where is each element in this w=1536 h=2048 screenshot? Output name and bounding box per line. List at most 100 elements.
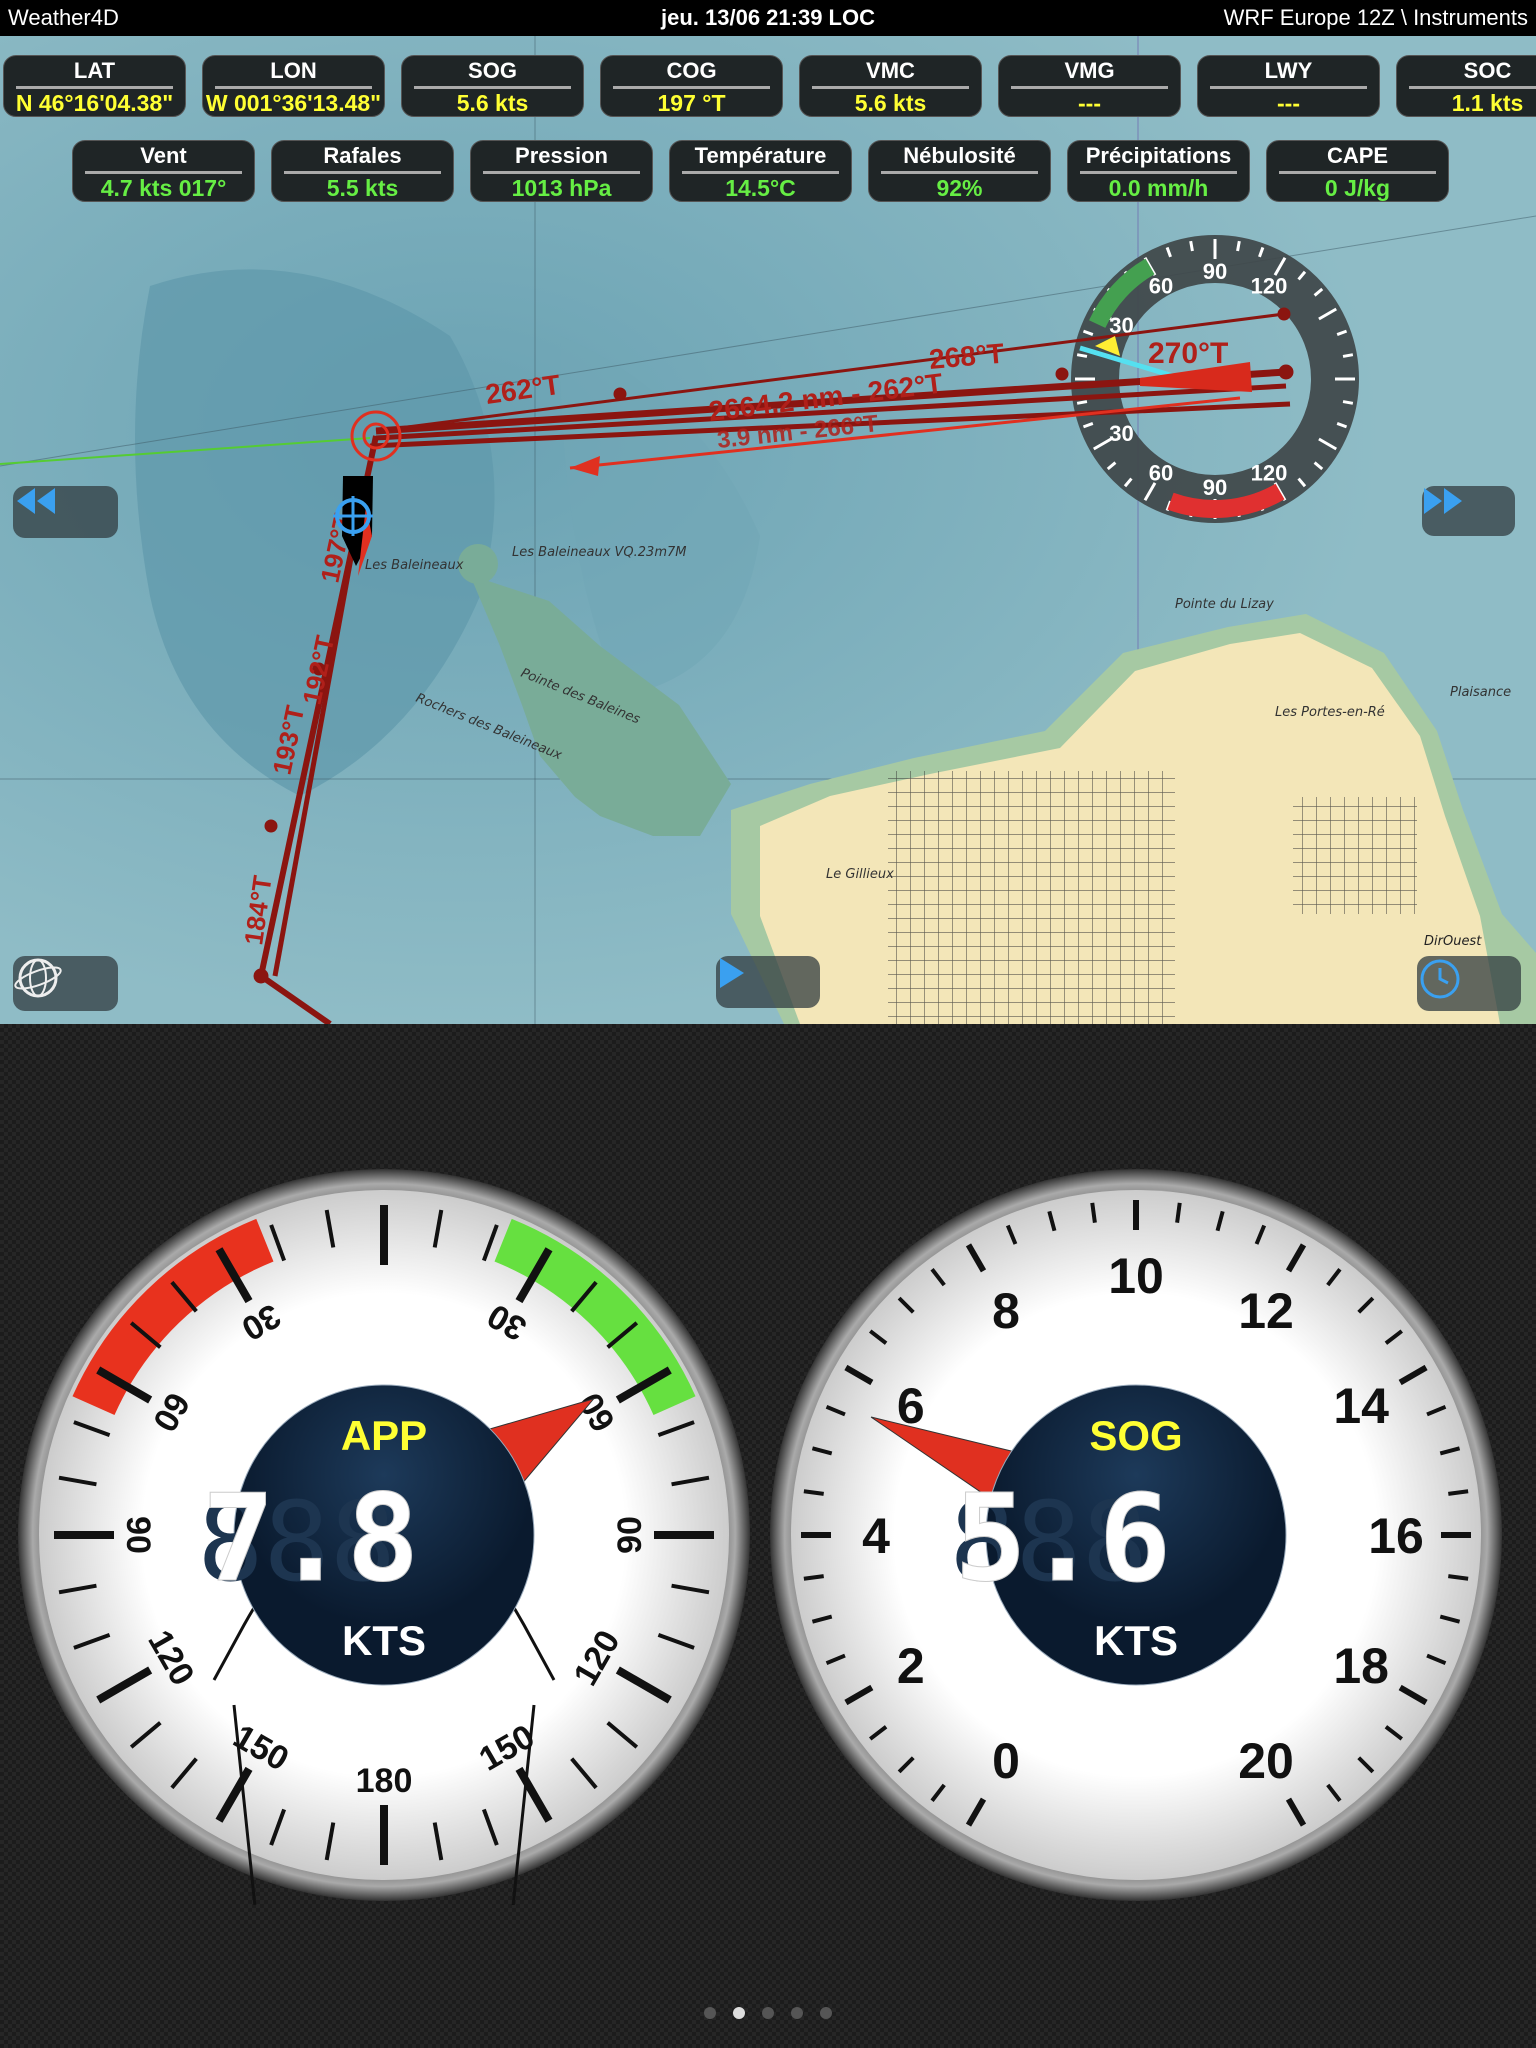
play-button[interactable] (716, 956, 820, 1008)
gauge-label: 2 (897, 1638, 925, 1694)
gauge-tick (803, 1574, 824, 1581)
gauge-unit: KTS (1094, 1617, 1178, 1664)
box-value: W 001°36'13.48" (205, 90, 382, 116)
gauge-label: 12 (1238, 1283, 1294, 1339)
gauge-tick (1448, 1574, 1469, 1581)
fast-forward-icon (1424, 488, 1462, 514)
gauge-label: 18 (1333, 1638, 1389, 1694)
rewind-button[interactable] (13, 486, 118, 538)
gauge-label: 90 (119, 1516, 157, 1554)
chart-label: Les Portes-en-Ré (1275, 705, 1385, 720)
nav-box-vmg[interactable]: VMG --- (998, 55, 1181, 117)
box-label: Température (694, 143, 827, 168)
sog-gauge: 0 2 4 6 8 10 12 14 16 18 20 SOG 888 5.6 KTS (766, 1165, 1506, 1905)
box-label: SOG (468, 58, 517, 83)
digital-value: 5.6 (954, 1470, 1171, 1609)
gauge-tick (803, 1489, 824, 1496)
nav-box-soc[interactable]: SOC 1.1 kts (1396, 55, 1536, 117)
weather-box-0[interactable]: Vent 4.7 kts 017° (72, 140, 255, 202)
nav-box-lat[interactable]: LAT N 46°16'04.38" (3, 55, 186, 117)
chart-label: Pointe du Lizay (1175, 597, 1274, 612)
chart-label: DirOuest (1424, 934, 1482, 949)
box-value: 14.5°C (725, 175, 796, 201)
box-value: --- (1078, 90, 1101, 116)
rewind-icon (17, 488, 55, 514)
gauge-label: 20 (1238, 1733, 1294, 1789)
globe-button[interactable] (13, 956, 118, 1011)
fast-forward-button[interactable] (1422, 486, 1515, 536)
box-label: Rafales (323, 143, 402, 168)
page-dot[interactable] (762, 2007, 774, 2019)
apparent-wind-gauge: 30 60 90 120 150 180 150 120 90 60 30 APP 888 7.8 KTS (14, 1165, 754, 1947)
clock-button[interactable] (1417, 956, 1521, 1011)
box-value: 5.6 kts (854, 90, 927, 116)
box-value: N 46°16'04.38" (15, 90, 174, 116)
box-label: SOC (1463, 58, 1512, 83)
box-label: Vent (140, 143, 187, 168)
compass-label: 120 (1251, 461, 1288, 486)
page-indicator[interactable] (0, 2007, 1536, 2019)
weather-box-1[interactable]: Rafales 5.5 kts (271, 140, 454, 202)
gauge-label: 8 (992, 1283, 1020, 1339)
gauge-label: 0 (992, 1733, 1020, 1789)
box-value: 5.5 kts (326, 175, 399, 201)
box-label: LON (270, 58, 317, 83)
box-label: VMG (1064, 58, 1115, 83)
compass-label: 90 (1203, 475, 1227, 500)
digital-value: 7.8 (202, 1470, 419, 1609)
box-value: 5.6 kts (456, 90, 529, 116)
gauge-label: 10 (1108, 1248, 1164, 1304)
compass-label: 30 (1109, 421, 1133, 446)
box-value: 1013 hPa (511, 175, 612, 201)
box-label: Pression (515, 143, 608, 168)
top-bar: Weather4D jeu. 13/06 21:39 LOC WRF Europ… (0, 0, 1536, 36)
box-value: 4.7 kts 017° (100, 175, 227, 201)
weather-box-5[interactable]: Précipitations 0.0 mm/h (1067, 140, 1250, 202)
nav-box-sog[interactable]: SOG 5.6 kts (401, 55, 584, 117)
data-source[interactable]: WRF Europe 12Z \ Instruments (1224, 5, 1528, 31)
box-label: COG (666, 58, 717, 83)
route-label: 268°T (928, 338, 1005, 375)
weather-box-4[interactable]: Nébulosité 92% (868, 140, 1051, 202)
compass-label: 60 (1149, 273, 1173, 298)
play-icon (720, 958, 744, 988)
clock-icon (1420, 959, 1460, 999)
box-value: 0.0 mm/h (1108, 175, 1209, 201)
route-label: 270°T (1148, 337, 1228, 370)
gauge-label: 16 (1368, 1508, 1424, 1564)
gauge-tick (1175, 1202, 1182, 1223)
gauge-title: APP (341, 1412, 427, 1459)
chart-label: Les Baleineaux (365, 558, 464, 573)
box-value: 197 °T (657, 90, 726, 116)
box-label: LWY (1264, 58, 1313, 83)
compass-label: 120 (1251, 273, 1288, 298)
box-value: --- (1277, 90, 1300, 116)
box-label: Précipitations (1085, 143, 1232, 168)
gauge-label: 14 (1333, 1378, 1389, 1434)
gauge-label: 90 (611, 1516, 649, 1554)
nav-box-cog[interactable]: COG 197 °T (600, 55, 783, 117)
weather-box-3[interactable]: Température 14.5°C (669, 140, 852, 202)
chart-label: Plaisance (1450, 685, 1511, 700)
box-label: CAPE (1326, 143, 1389, 168)
weather-box-6[interactable]: CAPE 0 J/kg (1266, 140, 1449, 202)
nav-box-lwy[interactable]: LWY --- (1197, 55, 1380, 117)
page-dot[interactable] (733, 2007, 745, 2019)
nav-box-vmc[interactable]: VMC 5.6 kts (799, 55, 982, 117)
gauge-tick (1448, 1489, 1469, 1496)
page-dot[interactable] (704, 2007, 716, 2019)
gauge-unit: KTS (342, 1617, 426, 1664)
page-dot[interactable] (820, 2007, 832, 2019)
compass-label: 90 (1203, 259, 1227, 284)
chart-label: Le Gillieux (826, 867, 894, 882)
gauge-tick (1090, 1202, 1097, 1223)
box-label: LAT (73, 58, 116, 83)
gauge-label: 4 (862, 1508, 890, 1564)
nav-box-lon[interactable]: LON W 001°36'13.48" (202, 55, 385, 117)
weather-box-2[interactable]: Pression 1013 hPa (470, 140, 653, 202)
box-label: Nébulosité (903, 143, 1016, 168)
box-value: 1.1 kts (1451, 90, 1524, 116)
compass-label: 60 (1149, 461, 1173, 486)
page-dot[interactable] (791, 2007, 803, 2019)
app-name: Weather4D (8, 5, 119, 30)
